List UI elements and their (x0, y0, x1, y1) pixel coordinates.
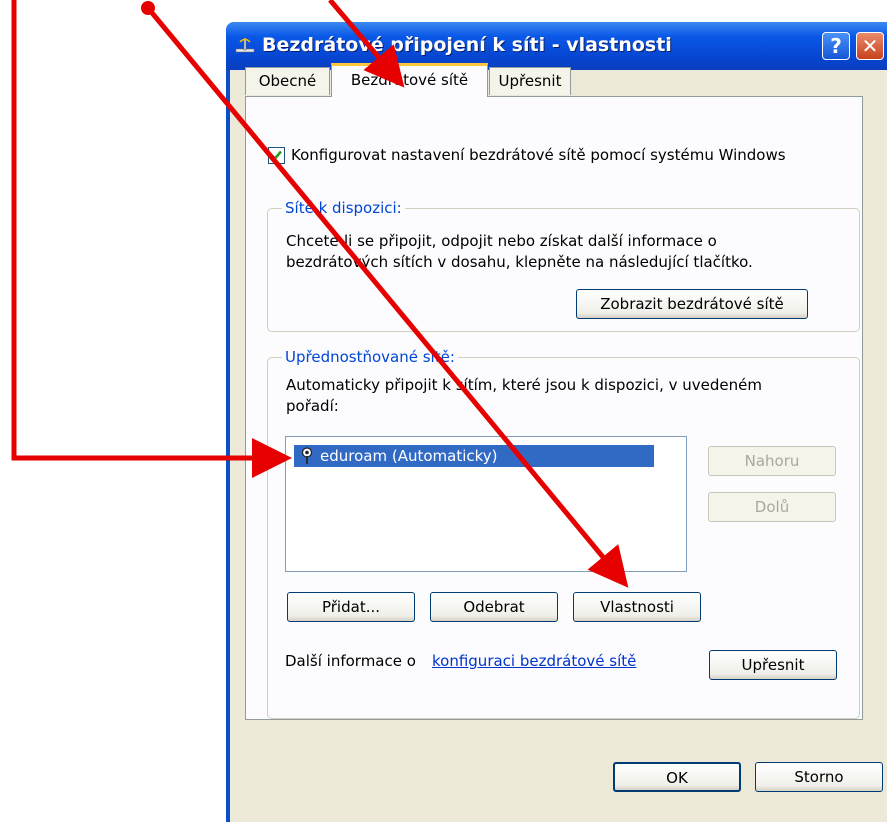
wireless-config-help-link[interactable]: konfiguraci bezdrátové sítě (432, 651, 636, 672)
checkmark-icon (271, 150, 282, 161)
cancel-button[interactable]: Storno (755, 762, 883, 792)
preferred-networks-legend: Upřednostňované sítě: (282, 348, 458, 366)
windows-config-checkbox[interactable] (268, 147, 285, 164)
preferred-networks-description-2: pořadí: (286, 397, 339, 415)
remove-network-button[interactable]: Odebrat (430, 592, 558, 622)
move-up-button[interactable]: Nahoru (708, 446, 836, 476)
available-networks-description-1: Chcete-li se připojit, odpojit nebo získ… (286, 232, 717, 250)
add-network-button[interactable]: Přidat... (287, 592, 415, 622)
help-button[interactable]: ? (822, 32, 850, 60)
list-item-eduroam[interactable]: eduroam (Automaticky) (294, 445, 654, 467)
ok-button[interactable]: OK (613, 762, 741, 792)
list-item-label: eduroam (Automaticky) (320, 447, 498, 465)
wireless-antenna-icon (301, 447, 313, 464)
preferred-networks-description-1: Automaticky připojit k sítím, které jsou… (286, 376, 762, 394)
window-title: Bezdrátové připojení k síti - vlastnosti (262, 34, 672, 56)
available-networks-legend: Sítě k dispozici: (282, 199, 405, 217)
tab-wireless-networks[interactable]: Bezdrátové sítě (331, 63, 488, 97)
annotation-dot (141, 1, 155, 15)
advanced-settings-button[interactable]: Upřesnit (709, 650, 837, 680)
preferred-networks-list[interactable]: eduroam (Automaticky) (285, 436, 687, 572)
close-button[interactable]: ✕ (856, 32, 884, 60)
available-networks-description-2: bezdrátových sítích v dosahu, klepněte n… (286, 253, 753, 271)
title-bar[interactable]: Bezdrátové připojení k síti - vlastnosti… (226, 22, 887, 70)
move-down-button[interactable]: Dolů (708, 492, 836, 522)
view-wireless-networks-button[interactable]: Zobrazit bezdrátové sítě (576, 289, 808, 319)
windows-config-label[interactable]: Konfigurovat nastavení bezdrátové sítě p… (291, 146, 786, 164)
tab-advanced[interactable]: Upřesnit (489, 67, 571, 95)
network-properties-button[interactable]: Vlastnosti (573, 592, 701, 622)
more-info-prefix: Další informace o (285, 652, 416, 670)
wireless-network-icon (235, 37, 255, 53)
tab-general[interactable]: Obecné (245, 67, 330, 95)
